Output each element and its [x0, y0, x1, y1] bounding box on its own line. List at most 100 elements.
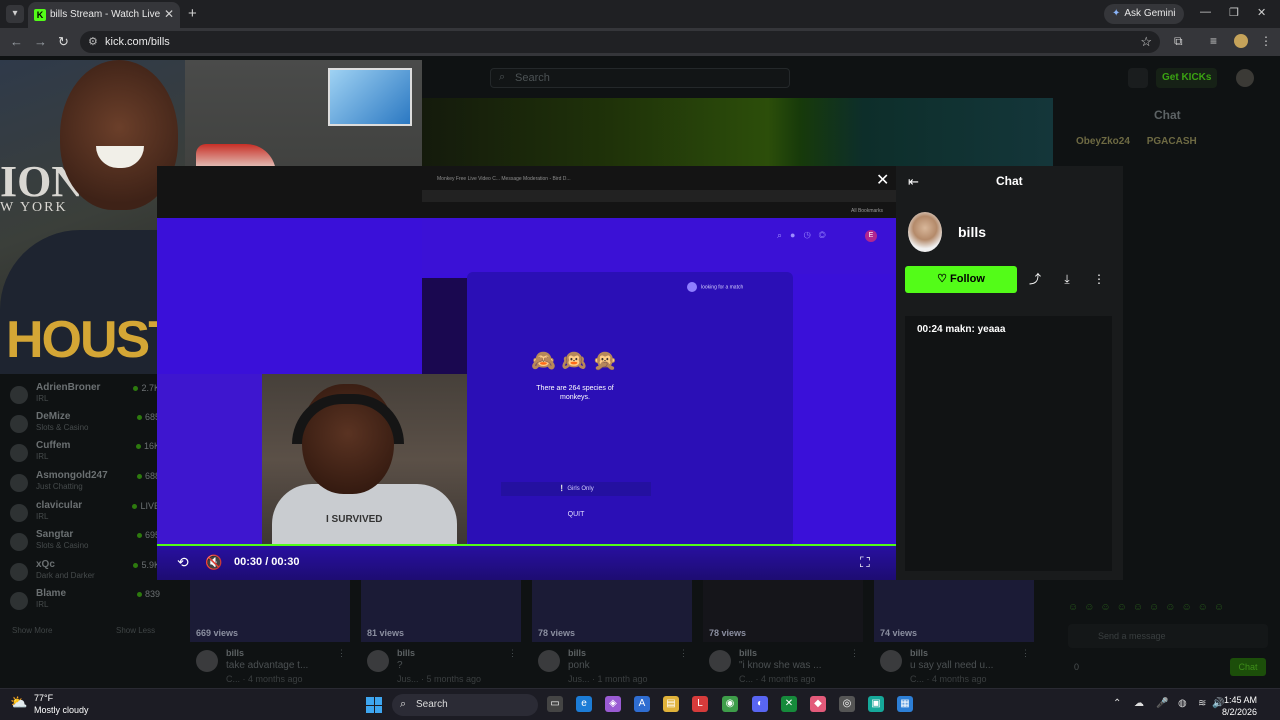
new-tab-button[interactable]: +	[188, 5, 197, 22]
download-icon[interactable]: ⤓	[1053, 266, 1081, 293]
show-less-link[interactable]: Show Less	[116, 626, 155, 635]
vod-title[interactable]: "i know she was ...	[739, 660, 821, 671]
task-view-icon[interactable]: ▭	[547, 696, 563, 712]
app-active-icon[interactable]: ◆	[810, 696, 826, 712]
tab-search-button[interactable]: ▾	[6, 5, 24, 23]
sidebar-item[interactable]: Blame IRL 839	[10, 588, 160, 616]
minimize-button[interactable]: —	[1200, 6, 1211, 18]
vod-title[interactable]: ?	[397, 660, 403, 671]
site-info-icon[interactable]: ⚙	[88, 35, 98, 48]
tray-overflow-icon[interactable]: ⌃	[1113, 698, 1121, 709]
weather-temp[interactable]: 77°F	[34, 693, 53, 703]
avatar	[10, 474, 28, 492]
discord-icon[interactable]: ◐	[752, 696, 768, 712]
sidebar-item[interactable]: DeMize Slots & Casino 685	[10, 411, 160, 439]
sidebar-item[interactable]: Cuffem IRL 16K	[10, 440, 160, 468]
gift-leaderboard: ObeyZko24 PGACASH	[1076, 136, 1211, 147]
avatar	[10, 563, 28, 581]
more-options-icon[interactable]: ⋮	[1021, 648, 1030, 659]
vod-user[interactable]: bills	[910, 648, 928, 658]
collapse-chat-icon[interactable]: ⇤	[908, 174, 919, 190]
tray-app-icon[interactable]: ◍	[1178, 698, 1187, 709]
background-chat-input[interactable]: Send a message	[1068, 624, 1268, 648]
reload-icon[interactable]: ↻	[58, 34, 69, 50]
chrome-menu-icon[interactable]: ⋮	[1260, 34, 1272, 48]
sidebar-item[interactable]: Asmongold247 Just Chatting 688	[10, 470, 160, 498]
follow-button[interactable]: ♡ Follow	[905, 266, 1017, 293]
media-controls-icon[interactable]: ≡	[1210, 34, 1217, 48]
app-icon[interactable]: ▦	[897, 696, 913, 712]
channel-name[interactable]: bills	[958, 224, 986, 240]
file-explorer-icon[interactable]: ▤	[663, 696, 679, 712]
extensions-icon[interactable]: ⧉	[1174, 34, 1183, 49]
inner-match-panel	[467, 272, 793, 546]
mic-icon[interactable]: 🎤	[1156, 698, 1168, 709]
site-search-input[interactable]: ⌕ Search	[490, 68, 790, 88]
copilot-icon[interactable]: ◈	[605, 696, 621, 712]
vod-thumbnail[interactable]: 74 views	[874, 580, 1034, 642]
vod-thumbnail[interactable]: 669 views	[190, 580, 350, 642]
close-icon[interactable]: ✕	[876, 170, 889, 190]
user-avatar[interactable]	[1236, 69, 1254, 87]
vod-user[interactable]: bills	[568, 648, 586, 658]
app-icon[interactable]: ◎	[839, 696, 855, 712]
app-icon[interactable]: ▣	[868, 696, 884, 712]
vod-thumbnail[interactable]: 81 views	[361, 580, 521, 642]
close-window-button[interactable]: ✕	[1257, 6, 1266, 19]
vod-user[interactable]: bills	[739, 648, 757, 658]
weather-description[interactable]: Mostly cloudy	[34, 705, 89, 715]
browser-tab[interactable]: K bills Stream - Watch Live on Kick ✕	[28, 2, 180, 28]
badge-user: PGACASH	[1146, 136, 1197, 147]
background-chat-send-button[interactable]: Chat	[1230, 658, 1266, 676]
sidebar-item[interactable]: xQc Dark and Darker 5.9K	[10, 559, 160, 587]
bookmark-star-icon[interactable]: ☆	[1140, 34, 1152, 50]
sidebar-item[interactable]: AdrienBroner IRL 2.7K	[10, 382, 160, 410]
inner-site-header	[422, 218, 896, 274]
profile-avatar[interactable]	[1234, 34, 1248, 48]
back-icon[interactable]: ←	[10, 34, 23, 49]
restore-button[interactable]: ❐	[1229, 6, 1239, 19]
app-l-icon[interactable]: L	[692, 696, 708, 712]
clip-video[interactable]: Monkey Free Live Video C... Message Mode…	[157, 166, 896, 546]
system-clock[interactable]: 1:45 AM 8/2/2026	[1222, 694, 1257, 718]
more-options-icon[interactable]: ⋮	[679, 648, 688, 659]
sidebar-item[interactable]: clavicular IRL LIVE	[10, 500, 160, 528]
tab-close-icon[interactable]: ✕	[164, 7, 174, 21]
edge-icon[interactable]: e	[576, 696, 592, 712]
taskbar: ⛅ 77°F Mostly cloudy ⌕ Search ▭ e ◈ A ▤ L…	[0, 688, 1280, 720]
more-options-icon[interactable]: ⋮	[508, 648, 517, 659]
start-button[interactable]	[366, 697, 382, 713]
address-bar[interactable]: ⚙ kick.com/bills ☆	[80, 31, 1160, 53]
more-options-icon[interactable]: ⋮	[850, 648, 859, 659]
vod-thumbnail[interactable]: 78 views	[703, 580, 863, 642]
sidebar-item[interactable]: Sangtar Slots & Casino 695	[10, 529, 160, 557]
show-more-link[interactable]: Show More	[12, 626, 52, 635]
browse-icon[interactable]	[1128, 68, 1148, 88]
vod-title[interactable]: take advantage t...	[226, 660, 308, 671]
vod-title[interactable]: u say yall need u...	[910, 660, 993, 671]
chrome-icon[interactable]: ◉	[722, 696, 738, 712]
channel-avatar[interactable]	[908, 212, 942, 252]
vod-user[interactable]: bills	[397, 648, 415, 658]
wifi-icon[interactable]: ≋	[1198, 698, 1206, 709]
more-options-icon[interactable]: ⋮	[337, 648, 346, 659]
forward-icon[interactable]: →	[34, 34, 47, 49]
tray-app-icon[interactable]: ☁	[1134, 698, 1144, 709]
vod-meta: bills ⋮ "i know she was ... C... · 4 months…	[709, 648, 869, 688]
avatar	[10, 504, 28, 522]
replay-icon[interactable]: ⟲	[177, 554, 189, 571]
vod-meta: bills ⋮ take advantage t... C... · 4 months…	[196, 648, 356, 688]
vod-title[interactable]: ponk	[568, 660, 590, 671]
taskbar-search[interactable]: ⌕ Search	[392, 694, 538, 716]
app-icon[interactable]: A	[634, 696, 650, 712]
weather-icon[interactable]: ⛅	[10, 694, 27, 711]
xbox-icon[interactable]: ✕	[781, 696, 797, 712]
vod-user[interactable]: bills	[226, 648, 244, 658]
more-options-icon[interactable]: ⋮	[1085, 266, 1113, 293]
ask-gemini-button[interactable]: ✦ Ask Gemini	[1104, 4, 1184, 24]
share-icon[interactable]: ⤴	[1021, 266, 1049, 293]
get-kicks-button[interactable]: Get KICKs	[1156, 68, 1218, 88]
fullscreen-icon[interactable]: ⛶	[860, 554, 870, 571]
mute-icon[interactable]: 🔇	[205, 554, 222, 571]
vod-thumbnail[interactable]: 78 views	[532, 580, 692, 642]
